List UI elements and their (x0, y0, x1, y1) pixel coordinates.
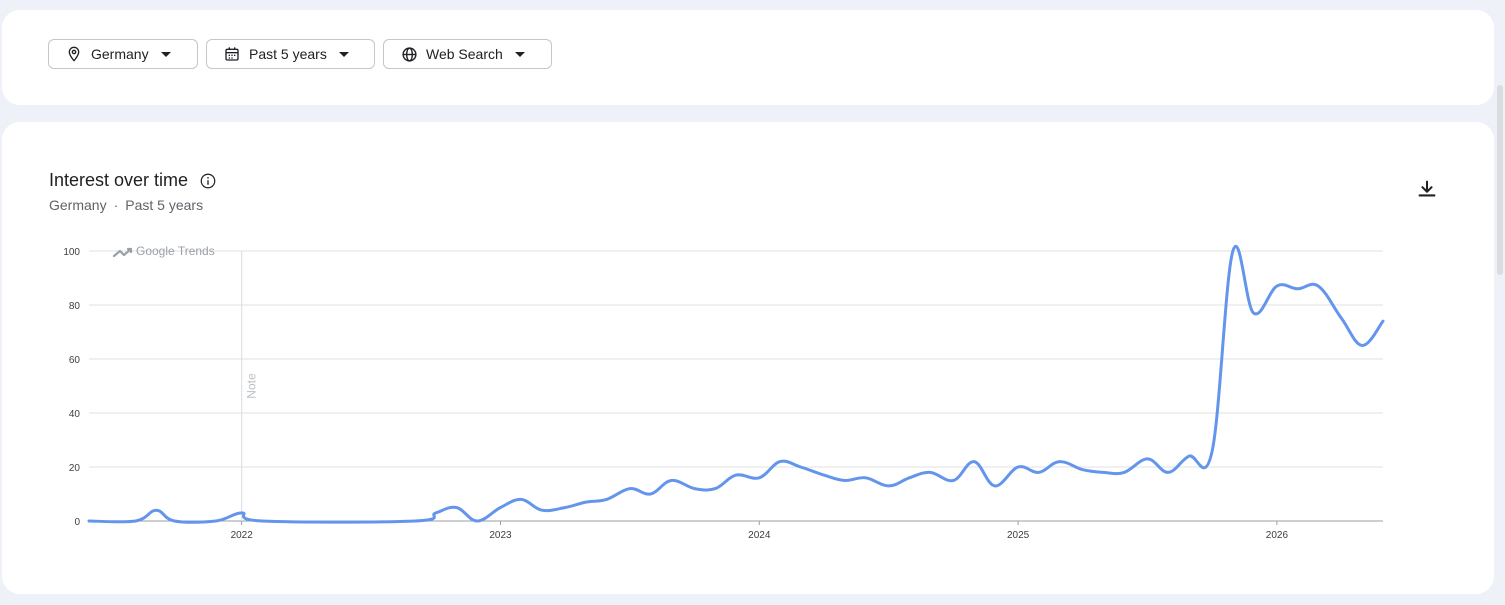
search-type-filter-button[interactable]: Web Search (383, 39, 552, 69)
watermark: Google Trends (136, 244, 215, 258)
trends-logo-icon (112, 247, 133, 258)
x-tick-label: 2026 (1266, 530, 1289, 541)
chevron-down-icon (338, 51, 349, 57)
scrollbar[interactable] (1497, 85, 1503, 275)
chart-subtitle: Germany · Past 5 years (49, 197, 203, 213)
region-filter-label: Germany (91, 46, 149, 62)
chevron-down-icon (160, 51, 171, 57)
subtitle-time: Past 5 years (125, 197, 204, 213)
y-tick-label: 20 (69, 463, 81, 474)
x-tick-label: 2024 (748, 530, 771, 541)
globe-icon (400, 45, 418, 63)
info-icon[interactable] (199, 172, 217, 190)
calendar-icon (223, 45, 241, 63)
filter-bar: Germany Past 5 years Web Search (48, 39, 552, 69)
download-icon (1418, 180, 1436, 197)
download-button[interactable] (1416, 178, 1438, 200)
y-tick-label: 80 (69, 301, 81, 312)
y-tick-label: 60 (69, 355, 81, 366)
y-tick-label: 100 (63, 247, 80, 258)
subtitle-region: Germany (49, 197, 107, 213)
y-tick-label: 0 (74, 517, 80, 528)
time-filter-label: Past 5 years (249, 46, 327, 62)
series-line (87, 245, 1385, 524)
region-filter-button[interactable]: Germany (48, 39, 198, 69)
search-type-filter-label: Web Search (426, 46, 503, 62)
chevron-down-icon (514, 51, 525, 57)
time-filter-button[interactable]: Past 5 years (206, 39, 375, 69)
x-tick-label: 2023 (489, 530, 512, 541)
interest-over-time-chart: 0 20 40 60 80 100 2022 2023 2024 2025 2026 Note Goog… (63, 244, 1385, 541)
x-tick-label: 2025 (1007, 530, 1030, 541)
x-tick-label: 2022 (231, 530, 254, 541)
chart-title-text: Interest over time (49, 170, 189, 190)
chart-title: Interest over time (49, 170, 217, 191)
note-label: Note (245, 373, 259, 399)
subtitle-separator: · (113, 197, 119, 213)
y-tick-label: 40 (69, 409, 81, 420)
location-pin-icon (65, 45, 83, 63)
